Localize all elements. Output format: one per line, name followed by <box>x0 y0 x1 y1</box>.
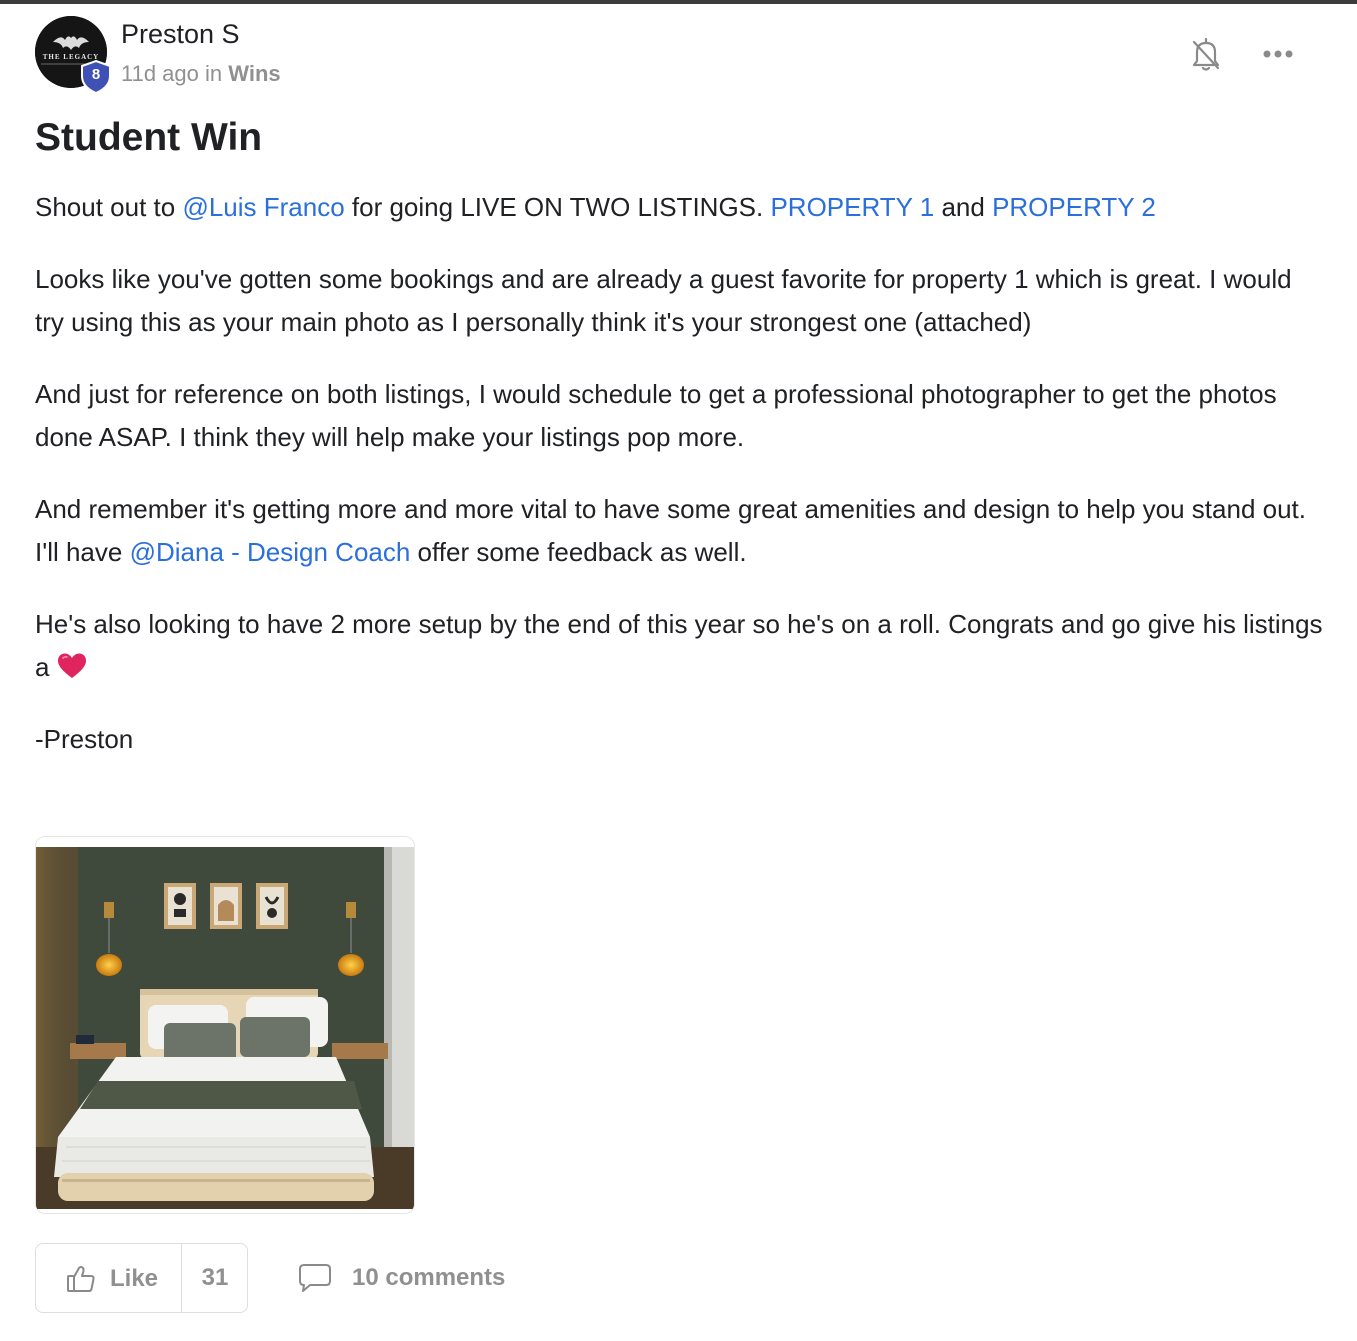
property-1-link[interactable]: PROPERTY 1 <box>770 192 934 222</box>
text-run: and <box>934 192 993 222</box>
post-title: Student Win <box>35 116 263 159</box>
property-2-link[interactable]: PROPERTY 2 <box>992 192 1156 222</box>
bedroom-photo-icon <box>36 847 414 1209</box>
more-horizontal-icon <box>1263 50 1293 58</box>
body-paragraph: Shout out to @Luis Franco for going LIVE… <box>35 186 1325 230</box>
author-name[interactable]: Preston S <box>121 19 240 50</box>
like-label: Like <box>110 1265 159 1292</box>
body-paragraph: He's also looking to have 2 more setup b… <box>35 603 1325 690</box>
mention-link[interactable]: @Luis Franco <box>182 192 344 222</box>
mention-link[interactable]: @Diana - Design Coach <box>130 537 411 567</box>
post-meta: 11d ago in Wins <box>121 61 281 87</box>
red-heart-icon <box>57 653 86 678</box>
thumbs-up-icon <box>67 1266 95 1292</box>
post-time[interactable]: 11d ago <box>121 61 199 86</box>
notification-toggle-button[interactable] <box>1186 34 1226 74</box>
post-body: Shout out to @Luis Franco for going LIVE… <box>35 186 1325 789</box>
like-group: Like 31 <box>35 1243 248 1313</box>
level-badge: 8 <box>80 60 112 94</box>
in-word: in <box>205 61 223 86</box>
comments-label: 10 comments <box>352 1264 506 1291</box>
body-paragraph: Looks like you've gotten some bookings a… <box>35 263 1292 338</box>
body-paragraph: And remember it's getting more and more … <box>35 488 1325 575</box>
top-divider <box>0 0 1357 4</box>
post-category[interactable]: Wins <box>228 61 280 86</box>
like-count[interactable]: 31 <box>182 1244 248 1312</box>
level-number: 8 <box>91 66 101 83</box>
signature: -Preston <box>35 723 134 754</box>
bell-off-icon <box>1192 37 1220 71</box>
text-run: for going LIVE ON TWO LISTINGS. <box>344 192 771 222</box>
text-run: offer some feedback as well. <box>410 537 747 567</box>
more-options-button[interactable] <box>1256 34 1300 74</box>
comment-icon <box>299 1264 331 1292</box>
text-run: He's also looking to have 2 more setup b… <box>35 608 1323 683</box>
text-run: Shout out to <box>35 192 183 222</box>
body-paragraph: And just for reference on both listings,… <box>35 378 1277 453</box>
like-button[interactable]: Like <box>36 1244 181 1312</box>
attachment-image[interactable] <box>35 836 415 1214</box>
